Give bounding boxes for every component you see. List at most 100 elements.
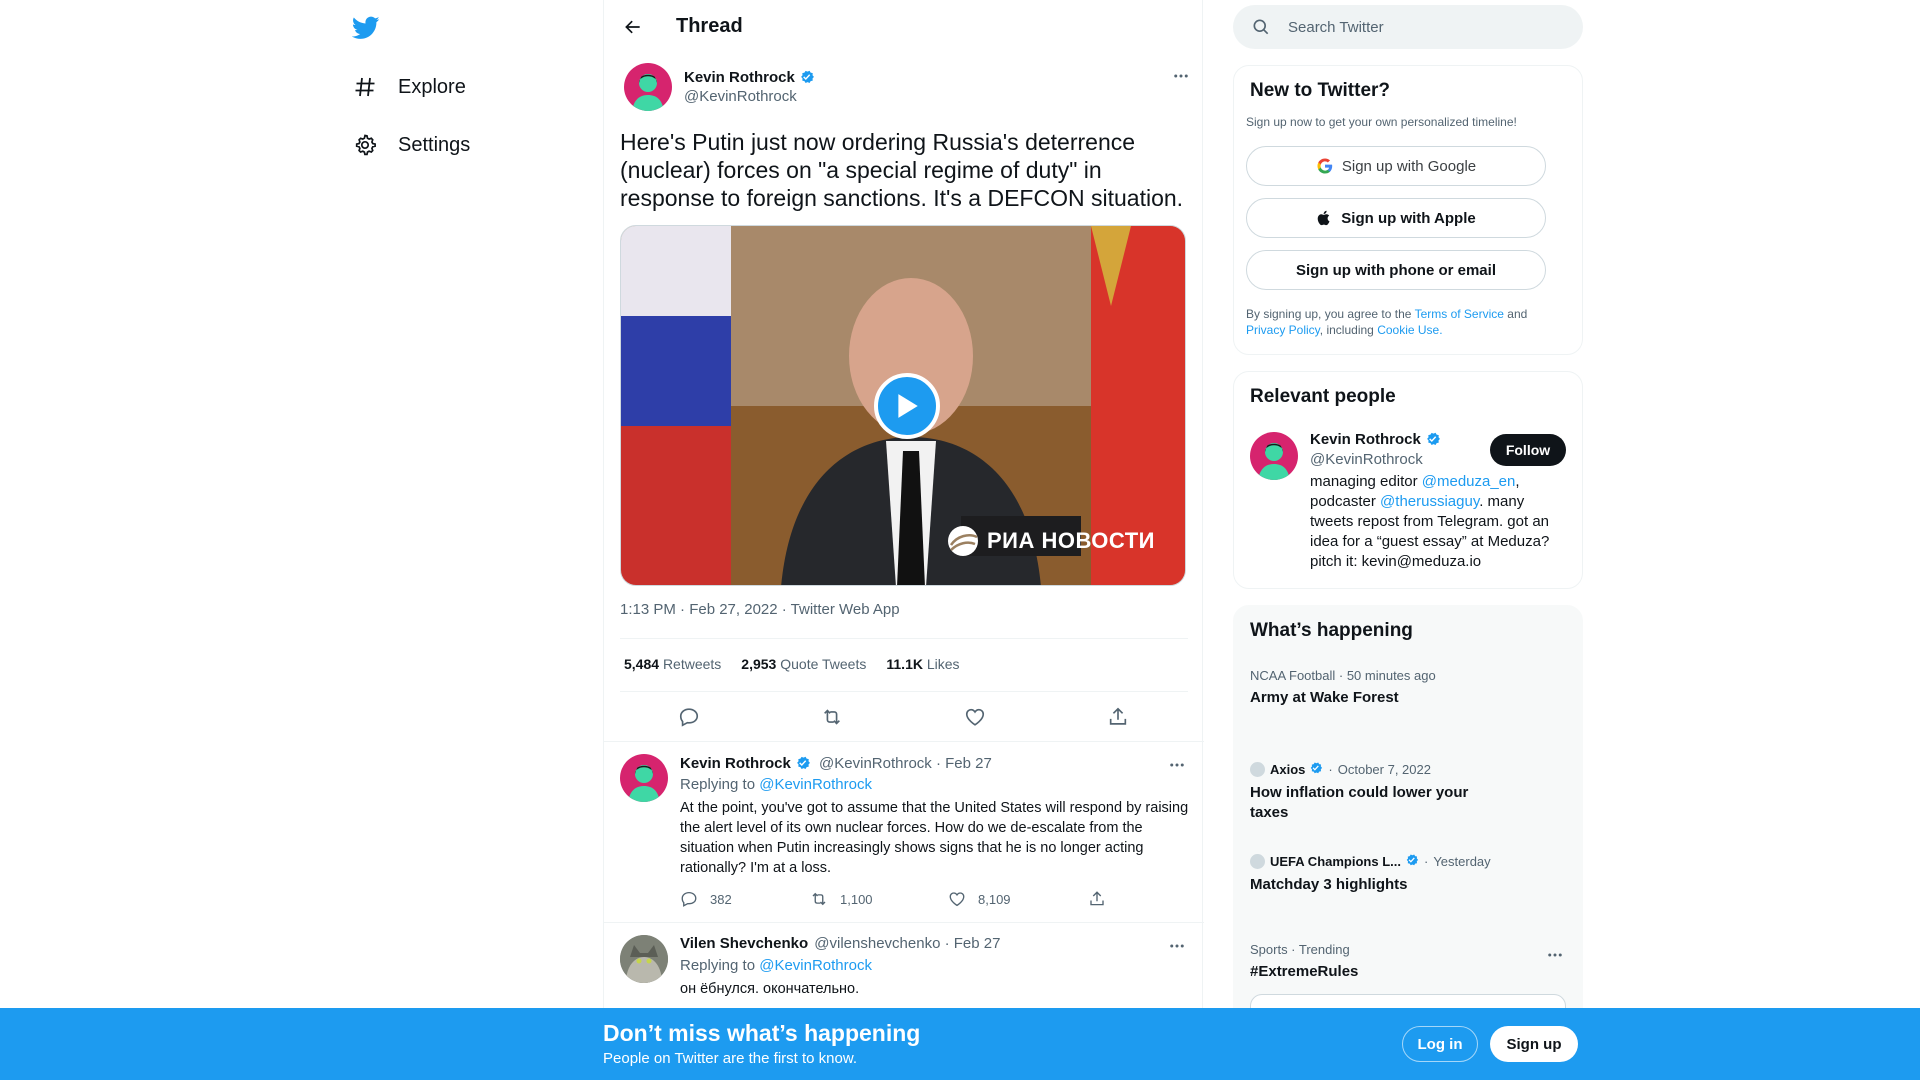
more-options-icon[interactable] xyxy=(1544,944,1566,966)
phone-email-label: Sign up with phone or email xyxy=(1295,261,1496,279)
retweet-icon xyxy=(812,892,826,906)
bio-text: , xyxy=(1515,473,1520,490)
apple-label: Sign up with Apple xyxy=(1341,209,1476,227)
cookie-use-link[interactable]: Cookie Use. xyxy=(1377,323,1442,337)
signup-apple-button[interactable]: Sign up with Apple xyxy=(1246,198,1546,238)
retweets-count: 5,484 xyxy=(624,656,660,672)
play-icon xyxy=(898,394,918,418)
more-options-icon[interactable] xyxy=(1166,754,1188,776)
bio-text: podcaster xyxy=(1310,493,1376,510)
reply-count: 382 xyxy=(710,891,732,907)
reply-name-line[interactable]: Kevin Rothrock @KevinRothrock · Feb 27 xyxy=(680,754,992,775)
like-action[interactable]: 8,109 xyxy=(948,890,1011,908)
tweet-timestamp[interactable]: 1:13 PM · Feb 27, 2022 · Twitter Web App xyxy=(620,601,900,618)
replying-to: Replying to @KevinRothrock xyxy=(680,957,872,974)
more-options-icon[interactable] xyxy=(1170,65,1192,87)
watermark-text: РИА НОВОСТИ xyxy=(986,528,1155,553)
google-label: Sign up with Google xyxy=(1341,157,1477,175)
avatar[interactable] xyxy=(624,63,672,111)
trend-item[interactable]: NCAA Football · 50 minutes ago Army at W… xyxy=(1250,668,1570,708)
tweet-video[interactable]: РИА НОВОСТИ xyxy=(620,225,1186,586)
trend-item[interactable]: Axios · October 7, 2022 How inflation co… xyxy=(1250,760,1480,823)
author-name[interactable]: Vilen Shevchenko xyxy=(680,935,808,952)
share-icon[interactable] xyxy=(1106,705,1130,729)
trend-meta: NCAA Football · 50 minutes ago xyxy=(1250,668,1436,683)
retweet-icon[interactable] xyxy=(820,705,844,729)
author-name[interactable]: Kevin Rothrock xyxy=(680,755,791,772)
nav-label-settings: Settings xyxy=(398,133,471,156)
terms-text: By signing up, you agree to the Terms of… xyxy=(1246,306,1566,338)
person-name[interactable]: Kevin Rothrock xyxy=(1310,431,1421,448)
reply-action[interactable]: 382 xyxy=(680,890,732,908)
handle-date[interactable]: @KevinRothrock · Feb 27 xyxy=(819,755,992,772)
reply-icon[interactable] xyxy=(677,705,701,729)
thread-header: Thread xyxy=(604,0,1204,53)
likes-stat[interactable]: 11.1K Likes xyxy=(886,656,959,672)
avatar[interactable] xyxy=(1250,432,1298,480)
trend-source: Axios xyxy=(1270,761,1306,777)
play-button[interactable] xyxy=(874,373,940,439)
follow-button[interactable]: Follow xyxy=(1490,434,1566,466)
trend-item[interactable]: UEFA Champions L... · Yesterday Matchday… xyxy=(1250,852,1570,895)
apple-icon xyxy=(1316,209,1333,227)
likes-label: Likes xyxy=(926,656,960,672)
signup-note: Sign up now to get your own personalized… xyxy=(1246,115,1517,129)
reply-tweet[interactable]: Kevin Rothrock @KevinRothrock · Feb 27 R… xyxy=(604,754,1204,922)
author-name[interactable]: Kevin Rothrock xyxy=(684,69,795,86)
trend-meta: Sports · Trending xyxy=(1250,942,1350,957)
reply-text: At the point, you've got to assume that … xyxy=(680,800,1189,876)
more-options-icon[interactable] xyxy=(1166,935,1188,957)
avatar[interactable] xyxy=(620,754,668,802)
twitter-bird-icon[interactable] xyxy=(351,13,380,41)
retweet-action[interactable]: 1,100 xyxy=(810,890,873,908)
nav-label-explore: Explore xyxy=(398,75,466,98)
signup-button[interactable]: Sign up xyxy=(1490,1026,1578,1062)
quotes-label: Quote Tweets xyxy=(780,656,867,672)
trend-source: UEFA Champions L... xyxy=(1270,853,1401,869)
replying-to-link[interactable]: @KevinRothrock xyxy=(759,776,872,793)
avatar[interactable] xyxy=(620,935,668,983)
signup-phone-email-button[interactable]: Sign up with phone or email xyxy=(1246,250,1546,290)
terms-of-service-link[interactable]: Terms of Service xyxy=(1415,307,1504,321)
replying-to: Replying to @KevinRothrock xyxy=(680,776,872,793)
google-icon xyxy=(1316,157,1334,175)
trend-meta-line: Axios · October 7, 2022 xyxy=(1250,760,1480,778)
share-action[interactable] xyxy=(1088,890,1106,908)
retweets-label: Retweets xyxy=(662,656,722,672)
media-watermark: РИА НОВОСТИ xyxy=(945,523,1155,559)
terms-prefix: By signing up, you agree to the xyxy=(1246,307,1412,321)
tweet-stats: 5,484 Retweets 2,953 Quote Tweets 11.1K … xyxy=(624,656,960,672)
person-handle[interactable]: @KevinRothrock xyxy=(1310,451,1423,468)
reply-name-line[interactable]: Vilen Shevchenko @vilenshevchenko · Feb … xyxy=(680,935,1000,952)
reply-tweet[interactable]: Vilen Shevchenko @vilenshevchenko · Feb … xyxy=(604,935,1204,1015)
search-box[interactable] xyxy=(1233,5,1583,49)
bio-mention-link[interactable]: @meduza_en xyxy=(1422,473,1516,490)
retweet-count: 1,100 xyxy=(840,891,873,907)
back-arrow-icon[interactable] xyxy=(616,10,650,44)
handle-date[interactable]: @vilenshevchenko · Feb 27 xyxy=(814,935,1000,952)
retweets-stat[interactable]: 5,484 Retweets xyxy=(624,656,721,672)
author-name-line[interactable]: Kevin Rothrock xyxy=(684,68,815,89)
verified-badge-icon xyxy=(798,68,815,89)
signup-google-button[interactable]: Sign up with Google xyxy=(1246,146,1546,186)
trend-meta: Yesterday xyxy=(1433,853,1491,869)
bio-mention-link[interactable]: @therussiaguy xyxy=(1380,493,1479,510)
tweet-action-bar xyxy=(620,697,1188,737)
author-handle[interactable]: @KevinRothrock xyxy=(684,88,797,105)
search-input[interactable] xyxy=(1288,5,1568,49)
login-button[interactable]: Log in xyxy=(1402,1026,1478,1062)
person-name-line[interactable]: Kevin Rothrock xyxy=(1310,430,1441,451)
like-icon[interactable] xyxy=(963,705,987,729)
page-title: Thread xyxy=(676,15,743,37)
like-icon xyxy=(949,892,965,907)
replying-prefix: Replying to xyxy=(680,776,756,793)
quote-tweets-stat[interactable]: 2,953 Quote Tweets xyxy=(741,656,866,672)
replying-to-link[interactable]: @KevinRothrock xyxy=(759,957,872,974)
nav-item-settings[interactable]: Settings xyxy=(352,125,470,165)
nav-item-explore[interactable]: Explore xyxy=(352,67,466,107)
privacy-policy-link[interactable]: Privacy Policy xyxy=(1246,323,1320,337)
terms-and: and xyxy=(1507,307,1528,321)
trend-item[interactable]: Sports · Trending #ExtremeRules xyxy=(1250,942,1570,982)
ria-logo-icon xyxy=(947,526,978,556)
whats-happening-card: What’s happening NCAA Football · 50 minu… xyxy=(1233,605,1583,1034)
